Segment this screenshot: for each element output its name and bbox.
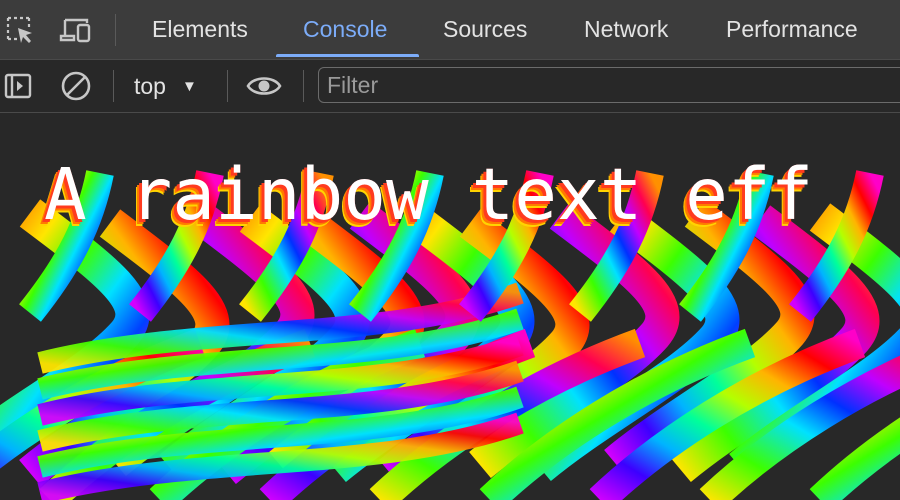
tabbar-divider — [115, 14, 116, 46]
active-tab-indicator — [276, 54, 419, 57]
clear-console-icon[interactable] — [58, 68, 94, 104]
console-toolbar: top ▼ — [0, 60, 900, 113]
toolbar-divider — [113, 70, 114, 102]
inspect-element-icon[interactable] — [2, 12, 38, 48]
show-sidebar-icon[interactable] — [0, 68, 36, 104]
tab-console[interactable]: Console — [303, 0, 387, 59]
context-label: top — [134, 72, 166, 99]
tab-sources[interactable]: Sources — [443, 0, 527, 59]
console-log-message: A rainbow text eff — [44, 153, 814, 236]
devtools-tabbar: Elements Console Sources Network Perform… — [0, 0, 900, 60]
eye-icon[interactable] — [246, 68, 282, 104]
filter-field — [318, 67, 900, 103]
toolbar-divider — [303, 70, 304, 102]
tab-performance[interactable]: Performance — [726, 0, 858, 59]
device-toolbar-icon[interactable] — [58, 12, 94, 48]
tab-network[interactable]: Network — [584, 0, 668, 59]
console-output: A rainbow text eff — [0, 113, 900, 500]
toolbar-divider — [227, 70, 228, 102]
js-context-selector[interactable]: top ▼ — [124, 68, 197, 104]
devtools-window: Elements Console Sources Network Perform… — [0, 0, 900, 500]
caret-down-icon: ▼ — [181, 77, 197, 95]
filter-input[interactable] — [319, 68, 900, 102]
tab-elements[interactable]: Elements — [152, 0, 248, 59]
